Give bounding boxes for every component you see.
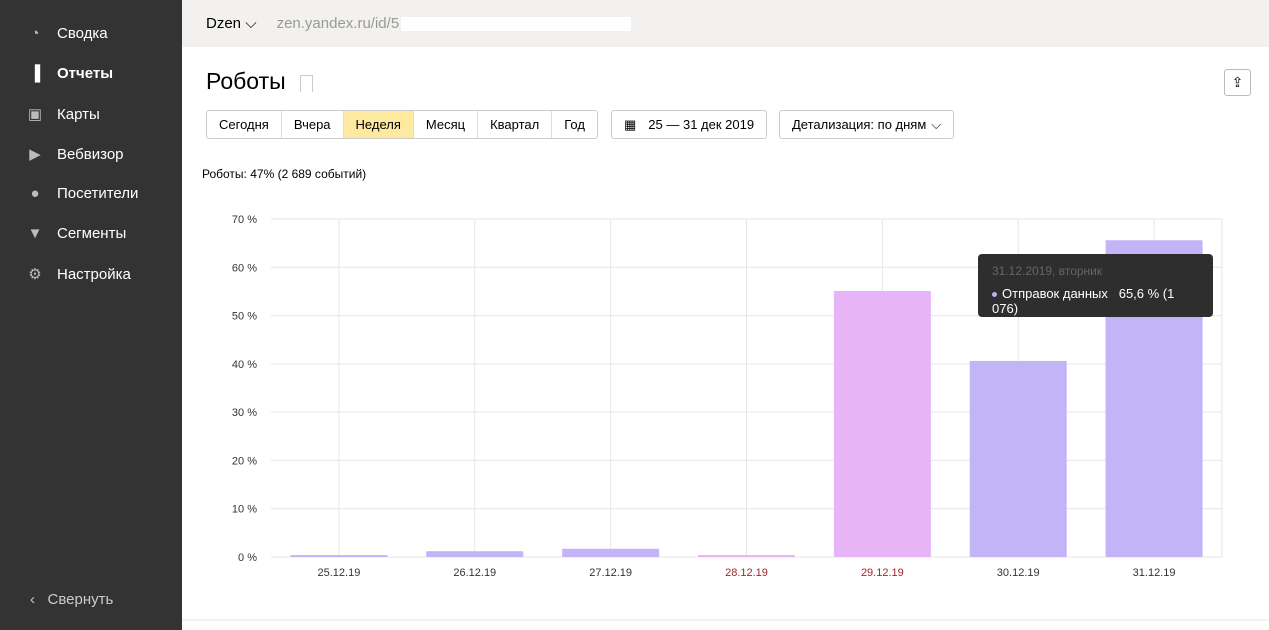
x-tick-label: 26.12.19 [453, 567, 496, 579]
bar [833, 290, 931, 557]
y-tick-label: 30 % [232, 407, 257, 419]
y-tick-label: 70 % [232, 214, 257, 226]
x-tick-label: 28.12.19 [725, 567, 768, 579]
x-tick-label: 27.12.19 [589, 567, 632, 579]
x-tick-label: 25.12.19 [318, 567, 361, 579]
x-tick-label: 31.12.19 [1133, 567, 1176, 579]
y-tick-label: 60 % [232, 262, 257, 274]
y-tick-label: 40 % [232, 359, 257, 371]
bar [698, 555, 795, 557]
tooltip-series: Отправок данных [1002, 286, 1108, 301]
bar [426, 551, 524, 557]
y-tick-label: 10 % [232, 504, 257, 516]
series-dot-icon [992, 292, 997, 298]
x-tick-label: 30.12.19 [997, 567, 1040, 579]
bar [290, 555, 388, 557]
y-tick-label: 20 % [232, 455, 257, 467]
x-tick-label: 29.12.19 [861, 567, 904, 579]
tooltip: 31.12.2019, вторник Отправок данных 65,6… [978, 254, 1213, 317]
y-tick-label: 50 % [232, 311, 257, 323]
y-tick-label: 0 % [238, 552, 257, 564]
tooltip-date: 31.12.2019, вторник [992, 264, 1103, 278]
bar [562, 548, 660, 557]
bar [969, 360, 1067, 557]
